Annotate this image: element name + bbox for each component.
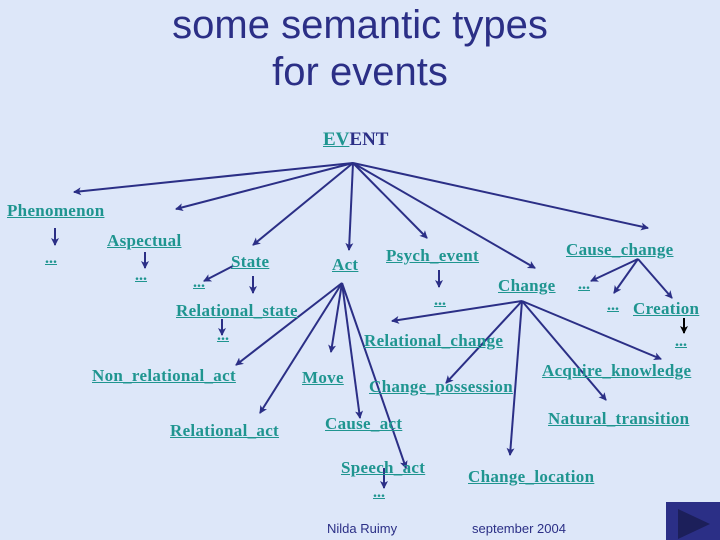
node-change-location[interactable]: Change_location [468, 467, 594, 487]
node-act[interactable]: Act [332, 255, 358, 275]
node-cause-change-more-2[interactable]: ... [607, 296, 619, 316]
root-rest: ENT [349, 129, 389, 150]
node-aspectual-more[interactable]: ... [135, 266, 147, 286]
node-change-possession[interactable]: Change_possession [369, 377, 513, 397]
node-cause-change-more-1[interactable]: ... [578, 275, 590, 295]
node-natural-transition[interactable]: Natural_transition [548, 409, 689, 429]
root-hyperlink[interactable]: EV [323, 129, 349, 150]
node-speech-act-more[interactable]: ... [373, 483, 385, 503]
node-acquire-knowledge[interactable]: Acquire_knowledge [542, 361, 691, 381]
arrow-act-cause [341, 282, 364, 419]
arrow-state-more [203, 265, 234, 282]
node-change[interactable]: Change [498, 276, 556, 296]
node-move[interactable]: Move [302, 368, 344, 388]
node-state-more[interactable]: ... [193, 273, 205, 293]
arrow-change-relchange [391, 300, 523, 324]
arrow-change-natural [521, 300, 607, 401]
arrow-event-act [345, 162, 354, 251]
arrow-act-speech [341, 282, 408, 469]
node-relational-change[interactable]: Relational_change [364, 331, 503, 351]
root-node-event[interactable]: EVENT [323, 129, 388, 151]
node-relational-act[interactable]: Relational_act [170, 421, 279, 441]
play-triangle-icon [678, 509, 710, 539]
footer-author: Nilda Ruimy [327, 521, 398, 536]
arrow-event-phenomenon [73, 162, 354, 196]
footer-date: september 2004 [472, 521, 566, 536]
node-psych-event-more[interactable]: ... [434, 291, 446, 311]
arrow-event-psych [352, 162, 428, 239]
arrow-event-cause-change [352, 162, 649, 231]
arrow-causechange-creation [637, 258, 673, 299]
arrow-act-nonrel [235, 282, 343, 366]
node-non-relational-act[interactable]: Non_relational_act [92, 366, 236, 386]
node-relational-state-more[interactable]: ... [217, 326, 229, 346]
node-aspectual[interactable]: Aspectual [107, 231, 181, 251]
next-slide-button[interactable] [666, 502, 720, 540]
node-psych-event[interactable]: Psych_event [386, 246, 479, 266]
node-cause-change[interactable]: Cause_change [566, 240, 674, 260]
node-state[interactable]: State [231, 252, 269, 272]
node-speech-act[interactable]: Speech_act [341, 458, 425, 478]
node-cause-act[interactable]: Cause_act [325, 414, 402, 434]
node-phenomenon[interactable]: Phenomenon [7, 201, 104, 221]
node-relational-state[interactable]: Relational_state [176, 301, 298, 321]
node-creation-more[interactable]: ... [675, 332, 687, 352]
node-creation[interactable]: Creation [633, 299, 699, 319]
node-phenomenon-more[interactable]: ... [45, 249, 57, 269]
